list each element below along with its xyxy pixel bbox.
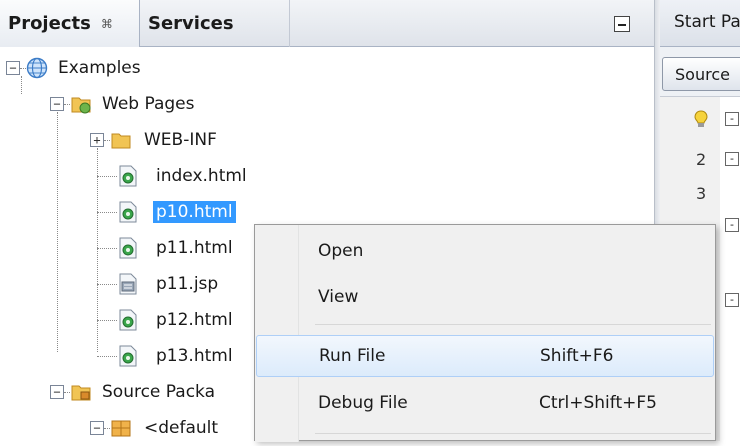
tree-label: p13.html bbox=[156, 346, 233, 366]
tree-file-p10-html[interactable]: p10.html bbox=[97, 194, 236, 230]
menu-item-view[interactable]: View bbox=[256, 277, 714, 319]
tab-start-page-label: Start Pa bbox=[674, 12, 740, 32]
source-button-label: Source bbox=[675, 65, 730, 84]
tab-projects-label: Projects bbox=[8, 13, 91, 34]
web-folder-icon bbox=[71, 97, 91, 114]
tree-node-web-inf[interactable]: + WEB-INF bbox=[90, 122, 217, 158]
line-number: 3 bbox=[696, 184, 707, 203]
tree-node-source-packages[interactable]: − Source Packa bbox=[50, 374, 215, 410]
folder-icon bbox=[111, 133, 131, 149]
menu-item-label: Debug File bbox=[318, 393, 408, 413]
jsp-file-icon bbox=[119, 273, 137, 295]
tree-label: WEB-INF bbox=[144, 130, 217, 150]
globe-icon bbox=[26, 57, 48, 79]
package-folder-icon bbox=[71, 385, 91, 401]
menu-item-open[interactable]: Open bbox=[256, 231, 714, 273]
tab-start-page[interactable]: Start Pa bbox=[660, 0, 740, 47]
tree-node-examples[interactable]: − Examples bbox=[6, 50, 141, 86]
tree-node-web-pages[interactable]: − Web Pages bbox=[50, 86, 194, 122]
collapse-icon[interactable]: − bbox=[50, 97, 64, 111]
menu-separator bbox=[315, 324, 711, 325]
collapse-icon[interactable]: − bbox=[90, 421, 104, 435]
menu-item-debug-file[interactable]: Debug File Ctrl+Shift+F5 bbox=[256, 383, 714, 425]
html-file-icon bbox=[119, 165, 137, 187]
context-menu: Open View Run File Shift+F6 Debug File C… bbox=[254, 224, 716, 442]
package-icon bbox=[111, 420, 131, 437]
fold-collapse-icon[interactable]: - bbox=[725, 293, 739, 307]
html-file-icon bbox=[119, 237, 137, 259]
tree-label: Source Packa bbox=[102, 382, 216, 402]
fold-collapse-icon[interactable]: - bbox=[725, 112, 739, 126]
tree-file-p11-html[interactable]: p11.html bbox=[97, 230, 233, 266]
tab-projects[interactable]: Projects ⌘ bbox=[0, 0, 140, 47]
tab-services-label: Services bbox=[148, 13, 234, 34]
fold-collapse-icon[interactable]: - bbox=[725, 218, 739, 232]
expand-icon[interactable]: + bbox=[90, 133, 104, 147]
line-number: 2 bbox=[696, 150, 707, 169]
tree-label: p12.html bbox=[156, 310, 233, 330]
collapse-icon[interactable]: − bbox=[50, 385, 64, 399]
menu-item-run-file[interactable]: Run File Shift+F6 bbox=[256, 335, 714, 377]
tree-label: p11.html bbox=[156, 238, 233, 258]
html-file-icon bbox=[119, 201, 137, 223]
html-file-icon bbox=[119, 345, 137, 367]
html-file-icon bbox=[119, 309, 137, 331]
tree-file-p12-html[interactable]: p12.html bbox=[97, 302, 233, 338]
tree-label-selected: p10.html bbox=[153, 201, 236, 223]
menu-item-label: Open bbox=[318, 241, 364, 261]
menu-item-shortcut: Ctrl+Shift+F5 bbox=[539, 393, 657, 413]
tree-file-p11-jsp[interactable]: p11.jsp bbox=[97, 266, 218, 302]
menu-item-shortcut: Shift+F6 bbox=[540, 346, 614, 366]
collapse-icon[interactable]: − bbox=[6, 61, 20, 75]
lightbulb-icon[interactable] bbox=[694, 110, 708, 128]
menu-item-label: Run File bbox=[319, 346, 386, 366]
fold-collapse-icon[interactable]: - bbox=[725, 152, 739, 166]
close-icon[interactable]: ⌘ bbox=[101, 17, 113, 31]
tree-file-index-html[interactable]: index.html bbox=[97, 158, 247, 194]
tree-label: Web Pages bbox=[102, 94, 195, 114]
tree-label: Examples bbox=[58, 58, 141, 78]
tree-file-p13-html[interactable]: p13.html bbox=[97, 338, 233, 374]
menu-separator bbox=[315, 433, 711, 434]
menu-item-label: View bbox=[318, 287, 359, 307]
tree-label: index.html bbox=[156, 166, 247, 186]
tree-label: p11.jsp bbox=[156, 274, 219, 294]
minimize-window-icon[interactable] bbox=[614, 16, 630, 32]
source-button[interactable]: Source bbox=[662, 57, 740, 91]
tab-services[interactable]: Services bbox=[140, 0, 290, 47]
tree-label: <default bbox=[144, 418, 219, 438]
tree-guide bbox=[57, 112, 58, 352]
